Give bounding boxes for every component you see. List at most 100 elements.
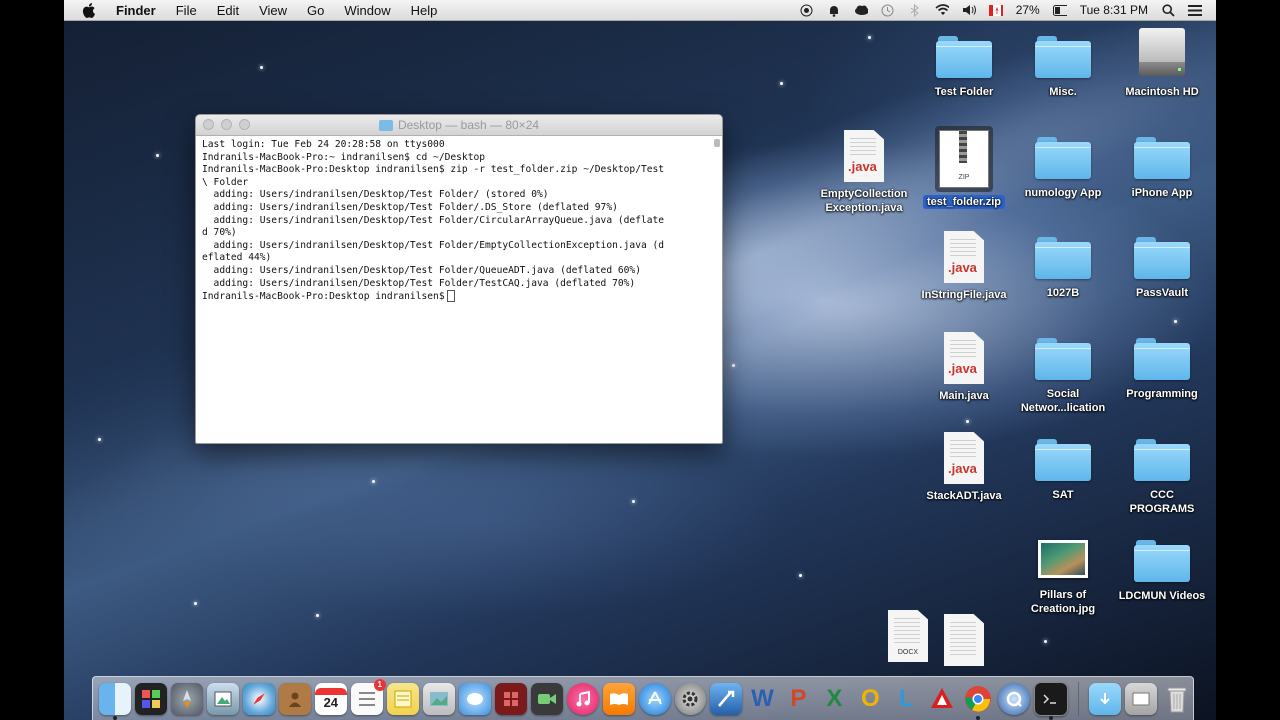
desktop-screen: Finder File Edit View Go Window Help 27%… — [64, 0, 1216, 720]
desktop-folder-1027b[interactable]: 1027B — [1015, 233, 1111, 300]
desktop-file-main-java[interactable]: .java Main.java — [916, 332, 1012, 403]
desktop-file-document[interactable] — [916, 614, 1012, 666]
desktop-folder-test-folder[interactable]: Test Folder — [916, 32, 1012, 99]
notification-icon[interactable] — [827, 3, 841, 17]
search-icon[interactable] — [1161, 3, 1175, 17]
photo-booth-icon[interactable] — [494, 683, 527, 715]
scrollbar[interactable] — [714, 139, 720, 147]
terminal-prompt: Indranils-MacBook-Pro:Desktop indranilse… — [202, 291, 445, 303]
desktop-folder-ldcmun-videos[interactable]: LDCMUN Videos — [1114, 536, 1210, 603]
acrobat-icon[interactable] — [926, 683, 958, 715]
dashboard-icon[interactable] — [134, 683, 167, 715]
terminal-line: adding: Users/indranilsen/Desktop/Test F… — [202, 264, 641, 276]
record-icon[interactable] — [800, 3, 814, 17]
desktop-folder-ccc-programs[interactable]: CCC PROGRAMS — [1114, 435, 1210, 516]
bluetooth-icon[interactable] — [908, 3, 922, 17]
menu-edit[interactable]: Edit — [217, 3, 239, 18]
cloud-icon[interactable] — [854, 3, 868, 17]
messages-icon[interactable] — [458, 683, 491, 715]
menubar-clock[interactable]: Tue 8:31 PM — [1080, 3, 1148, 17]
java-file-icon: .java — [944, 231, 984, 283]
list-icon[interactable] — [1188, 3, 1202, 17]
desktop-folder-numology-app[interactable]: numology App — [1015, 133, 1111, 200]
terminal-line: \ Folder — [202, 176, 249, 188]
terminal-prompt-line[interactable]: Indranils-MacBook-Pro:Desktop indranilse… — [202, 290, 716, 304]
app-store-icon[interactable] — [638, 683, 671, 715]
icon-label: Test Folder — [934, 86, 994, 98]
zoom-button[interactable] — [239, 119, 250, 130]
apple-menu-icon[interactable] — [82, 2, 96, 18]
menu-help[interactable]: Help — [411, 3, 438, 18]
desktop-file-stackadt[interactable]: .java StackADT.java — [916, 432, 1012, 503]
quicktime-icon[interactable] — [998, 683, 1031, 715]
icon-label: LDCMUN Videos — [1118, 590, 1206, 602]
close-button[interactable] — [203, 119, 214, 130]
excel-icon[interactable]: X — [818, 683, 850, 715]
itunes-icon[interactable] — [566, 683, 599, 715]
terminal-window[interactable]: Desktop — bash — 80×24 Last login: Tue F… — [195, 114, 723, 444]
canada-flag-icon[interactable] — [988, 3, 1003, 17]
text-cursor — [446, 290, 455, 303]
finder-icon[interactable] — [99, 683, 131, 720]
outlook-icon[interactable]: O — [854, 683, 886, 715]
icon-label: Macintosh HD — [1125, 86, 1199, 98]
desktop-folder-social-networking[interactable]: Social Networ...lication — [1015, 334, 1111, 415]
menu-app-name[interactable]: Finder — [116, 3, 156, 18]
ibooks-icon[interactable] — [602, 683, 635, 715]
lync-icon[interactable]: L — [890, 683, 922, 715]
icon-label: CCC PROGRAMS — [1129, 489, 1195, 515]
image-thumbnail-icon — [1038, 540, 1088, 578]
desktop-folder-iphone-app[interactable]: iPhone App — [1114, 133, 1210, 200]
menu-view[interactable]: View — [259, 3, 287, 18]
icon-label: InStringFile.java — [921, 289, 1007, 301]
desktop-macintosh-hd[interactable]: Macintosh HD — [1114, 28, 1210, 99]
menu-go[interactable]: Go — [307, 3, 324, 18]
battery-percent[interactable]: 27% — [1016, 3, 1040, 17]
documents-icon[interactable] — [1125, 683, 1158, 715]
xcode-icon[interactable] — [710, 683, 743, 715]
calendar-day: 24 — [323, 695, 339, 710]
wifi-icon[interactable] — [935, 3, 949, 17]
word-icon[interactable]: W — [746, 683, 778, 715]
terminal-line: Last login: Tue Feb 24 20:28:58 on ttys0… — [202, 139, 445, 150]
folder-icon — [378, 119, 393, 131]
desktop-folder-programming[interactable]: Programming — [1114, 334, 1210, 401]
selection-highlight: ZIP — [935, 126, 993, 192]
desktop-file-instringfile[interactable]: .java InStringFile.java — [916, 231, 1012, 302]
facetime-icon[interactable] — [530, 683, 563, 715]
notes-icon[interactable] — [386, 683, 419, 715]
minimize-button[interactable] — [221, 119, 232, 130]
calendar-icon[interactable]: 24 — [314, 683, 347, 715]
desktop-file-test-folder-zip[interactable]: ZIP test_folder.zip — [916, 126, 1012, 209]
volume-icon[interactable] — [962, 3, 976, 17]
zip-file-icon: ZIP — [939, 130, 989, 188]
chrome-icon[interactable] — [962, 683, 994, 720]
menu-window[interactable]: Window — [344, 3, 390, 18]
downloads-icon[interactable] — [1089, 683, 1122, 715]
trash-icon[interactable] — [1161, 683, 1193, 715]
folder-icon — [1035, 233, 1091, 281]
desktop-folder-sat[interactable]: SAT — [1015, 435, 1111, 502]
system-preferences-icon[interactable] — [674, 683, 707, 715]
dock-separator — [1078, 682, 1080, 716]
terminal-titlebar[interactable]: Desktop — bash — 80×24 — [196, 115, 722, 136]
menu-file[interactable]: File — [176, 3, 197, 18]
photos-icon[interactable] — [422, 683, 455, 715]
desktop-file-emptycollection[interactable]: .java EmptyCollection Exception.java — [816, 130, 912, 215]
preview-icon[interactable] — [206, 683, 239, 715]
desktop-folder-misc[interactable]: Misc. — [1015, 32, 1111, 99]
battery-icon[interactable] — [1052, 3, 1067, 17]
terminal-line: Indranils-MacBook-Pro:Desktop indranilse… — [202, 164, 665, 176]
safari-icon[interactable] — [242, 683, 275, 715]
time-machine-icon[interactable] — [881, 3, 895, 17]
terminal-output[interactable]: Last login: Tue Feb 24 20:28:58 on ttys0… — [196, 136, 722, 442]
terminal-icon[interactable] — [1034, 682, 1069, 720]
desktop-file-pillars-of-creation[interactable]: Pillars of Creation.jpg — [1015, 540, 1111, 616]
terminal-line: d 70%) — [202, 227, 237, 239]
terminal-line: adding: Users/indranilsen/Desktop/Test F… — [202, 239, 665, 251]
reminders-icon[interactable]: 1 — [350, 679, 386, 715]
contacts-icon[interactable] — [278, 683, 311, 715]
launchpad-icon[interactable] — [170, 683, 203, 715]
desktop-folder-passvault[interactable]: PassVault — [1114, 233, 1210, 300]
powerpoint-icon[interactable]: P — [782, 683, 814, 715]
